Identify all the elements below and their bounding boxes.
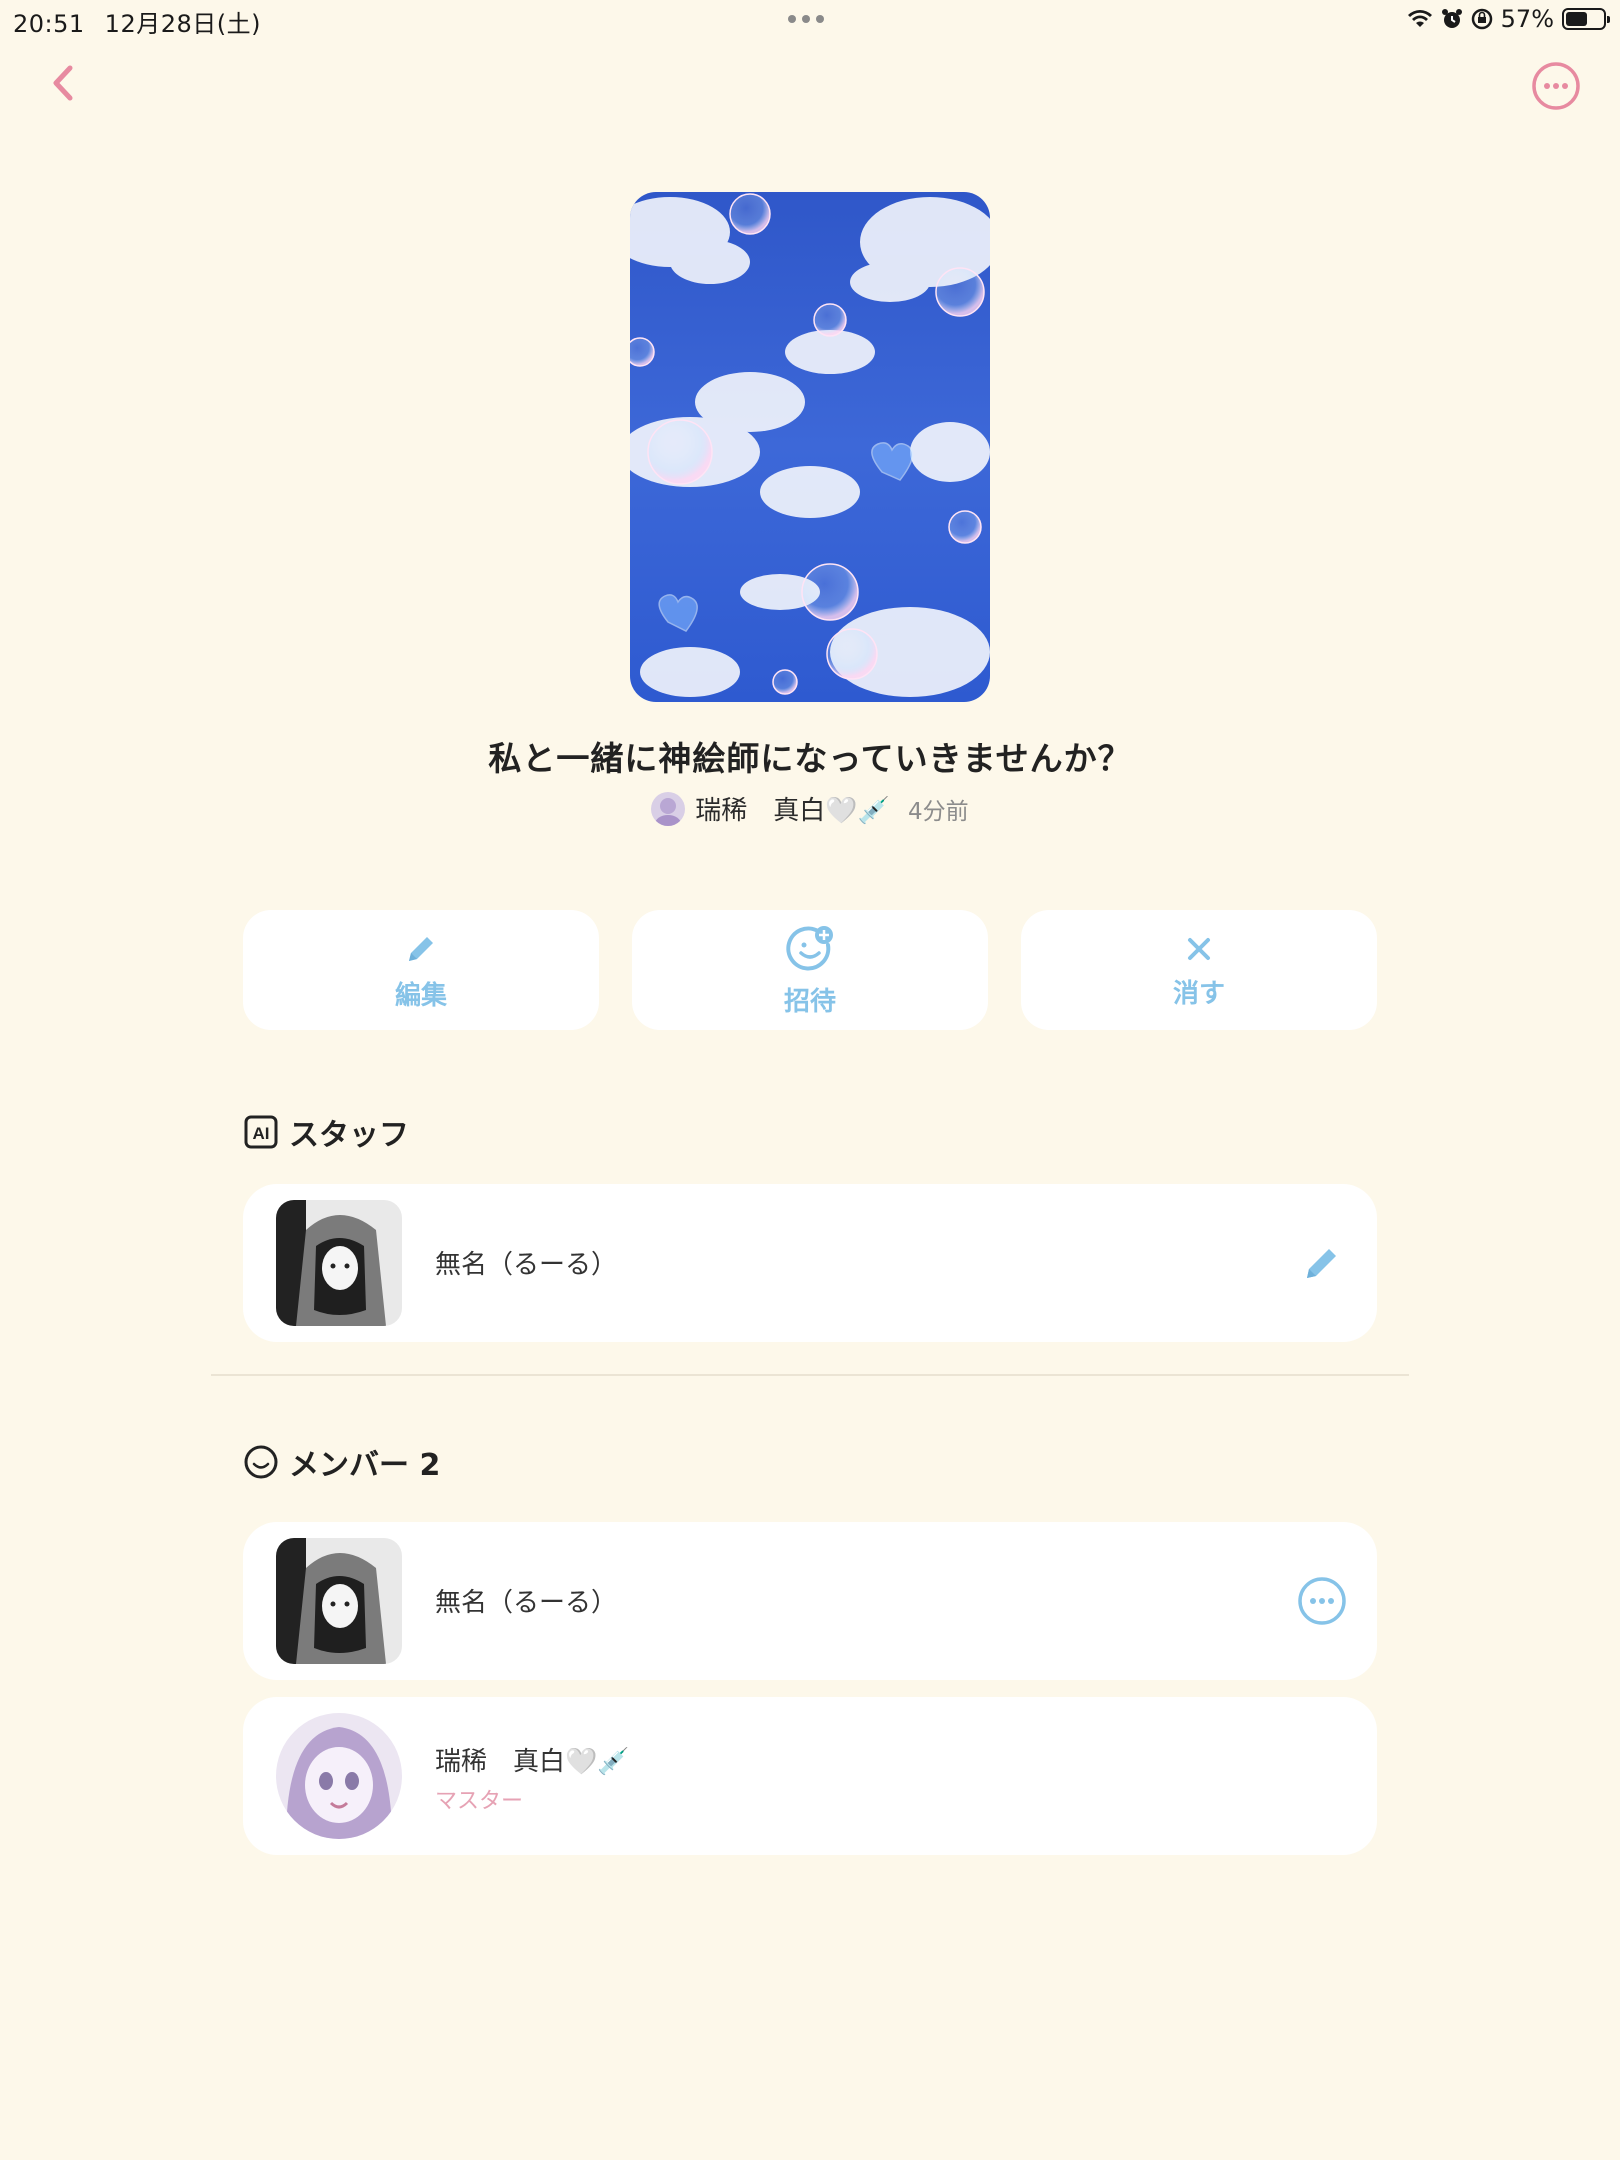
project-meta: 瑞稀 真白🤍💉 4分前	[0, 790, 1620, 827]
alarm-icon	[1441, 9, 1462, 28]
member-more-icon[interactable]	[1297, 1576, 1347, 1626]
battery-icon	[1562, 8, 1610, 30]
edit-staff-pencil-icon[interactable]	[1297, 1238, 1347, 1288]
status-time: 20:51	[13, 10, 85, 38]
edit-button[interactable]: 編集	[243, 910, 599, 1030]
invite-button[interactable]: 招待	[632, 910, 988, 1030]
action-bar: 編集 招待 消す	[243, 910, 1377, 1030]
battery-percent: 57%	[1500, 5, 1554, 33]
multitasking-dots-icon[interactable]	[788, 15, 824, 23]
status-time-date: 20:51 12月28日(土)	[13, 4, 261, 39]
author-avatar[interactable]	[651, 791, 686, 826]
pencil-icon	[409, 936, 433, 961]
invite-label: 招待	[783, 986, 836, 1017]
master-name: 瑞稀 真白🤍💉	[435, 1747, 630, 1777]
members-heading: メンバー 2	[243, 1440, 440, 1484]
master-role-label: マスター	[435, 1789, 524, 1814]
author-name[interactable]: 瑞稀 真白🤍💉	[695, 790, 890, 827]
staff-name: 無名（るーる）	[435, 1250, 618, 1280]
cover-image	[630, 192, 990, 702]
wifi-icon	[1407, 10, 1432, 27]
project-title: 私と一緒に神絵師になっていきませんか？	[488, 739, 1132, 778]
edit-label: 編集	[394, 980, 447, 1011]
staff-heading-label: スタッフ	[289, 1118, 409, 1153]
add-person-icon	[786, 925, 833, 970]
ai-icon: AI	[244, 1115, 278, 1149]
back-chevron-icon[interactable]	[40, 60, 86, 106]
orientation-lock-icon	[1471, 8, 1492, 30]
more-options-icon[interactable]	[1530, 60, 1582, 112]
delete-label: 消す	[1172, 978, 1225, 1009]
member-card-master[interactable]: 瑞稀 真白🤍💉 マスター	[243, 1697, 1377, 1855]
close-icon	[1188, 937, 1210, 960]
smile-icon	[244, 1445, 278, 1479]
staff-card[interactable]: 無名（るーる）	[243, 1184, 1377, 1342]
delete-button[interactable]: 消す	[1021, 910, 1377, 1030]
members-heading-label: メンバー 2	[289, 1448, 441, 1483]
staff-heading: AI スタッフ	[243, 1110, 409, 1154]
staff-avatar[interactable]	[276, 1200, 402, 1326]
status-indicators: 57%	[1407, 5, 1610, 33]
status-date: 12月28日(土)	[104, 10, 261, 38]
status-bar: 20:51 12月28日(土) 57%	[0, 0, 1620, 40]
section-divider	[211, 1374, 1409, 1376]
member-avatar[interactable]	[276, 1538, 402, 1664]
master-avatar[interactable]	[276, 1713, 402, 1839]
time-ago: 4分前	[908, 798, 969, 825]
member-card[interactable]: 無名（るーる）	[243, 1522, 1377, 1680]
member-name: 無名（るーる）	[435, 1588, 618, 1618]
svg-text:AI: AI	[253, 1124, 270, 1143]
